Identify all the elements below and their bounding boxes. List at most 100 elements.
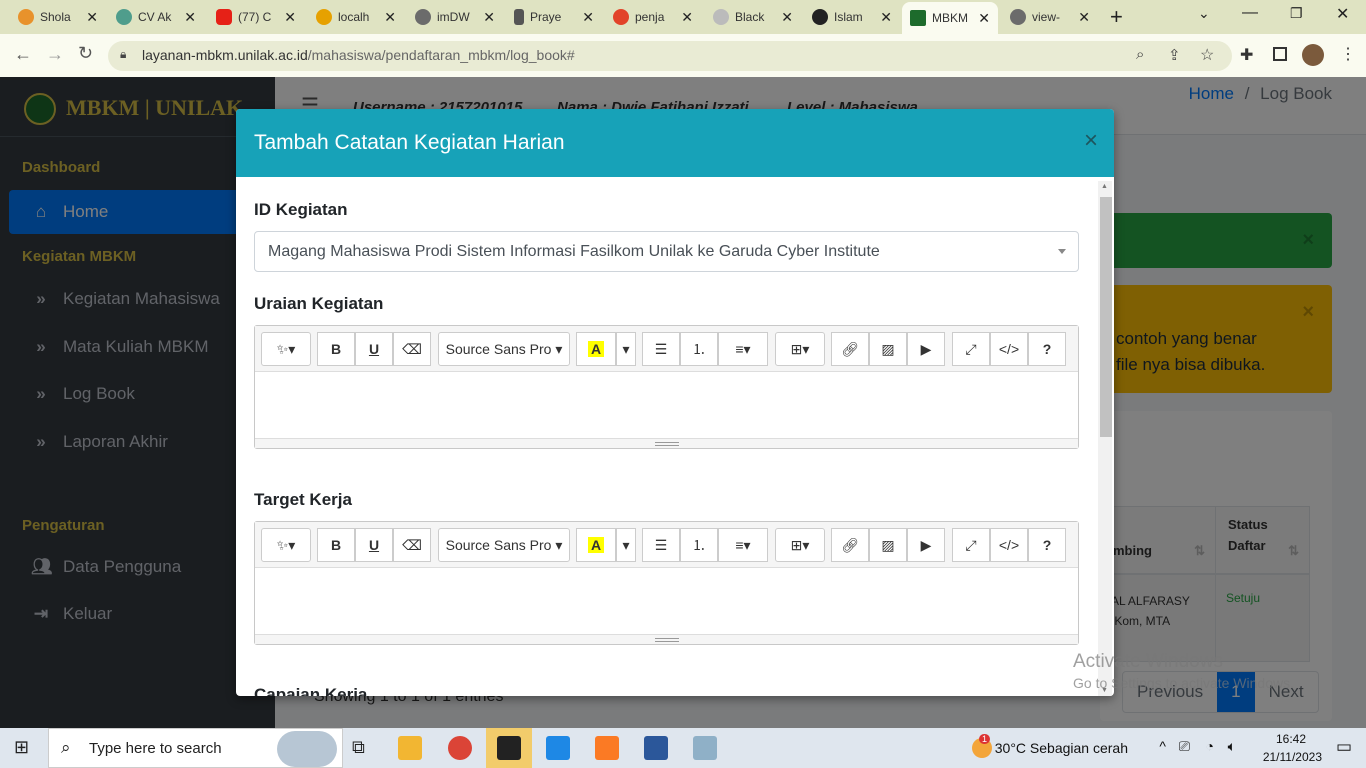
help-button[interactable]: ? xyxy=(1028,332,1066,366)
close-tab-icon[interactable]: ✕ xyxy=(86,9,98,26)
chrome-icon[interactable] xyxy=(448,736,472,760)
bold-button[interactable]: B xyxy=(317,332,355,366)
close-tab-icon[interactable]: ✕ xyxy=(483,9,495,26)
taskbar-search-input[interactable]: ⌕ Type here to search xyxy=(48,728,343,768)
app-icon[interactable] xyxy=(693,736,717,760)
browser-tab[interactable]: Black ✕ xyxy=(705,4,801,30)
volume-icon[interactable]: 🔈︎ xyxy=(1228,738,1236,755)
text-color-button[interactable]: A xyxy=(576,332,616,366)
url-text[interactable]: layanan-mbkm.unilak.ac.id/mahasiswa/pend… xyxy=(142,47,575,63)
xampp-icon[interactable] xyxy=(595,736,619,760)
word-icon[interactable] xyxy=(644,736,668,760)
fullscreen-icon[interactable]: ⤢ xyxy=(952,332,990,366)
fullscreen-icon[interactable]: ⤢ xyxy=(952,528,990,562)
bookmark-star-icon[interactable]: ☆ xyxy=(1200,45,1214,65)
video-icon[interactable]: ▶ xyxy=(907,528,945,562)
notification-icon[interactable]: ▭ xyxy=(1336,737,1352,757)
profile-avatar[interactable] xyxy=(1302,44,1324,66)
browser-tab[interactable]: Islam ✕ xyxy=(804,4,900,30)
browser-tab[interactable]: penja ✕ xyxy=(605,4,701,30)
ordered-list-icon[interactable]: ⒈ xyxy=(680,332,718,366)
link-icon[interactable]: 🔗︎ xyxy=(831,332,869,366)
close-tab-icon[interactable]: ✕ xyxy=(284,9,296,26)
tab-search-chevron-icon[interactable]: ⌄ xyxy=(1198,5,1210,22)
browser-tab-active[interactable]: MBKM ✕ xyxy=(902,2,998,34)
unordered-list-icon[interactable]: ☰ xyxy=(642,528,680,562)
close-tab-icon[interactable]: ✕ xyxy=(384,9,396,26)
close-tab-icon[interactable]: ✕ xyxy=(184,9,196,26)
zoom-icon[interactable]: ⌕ xyxy=(1136,46,1144,63)
browser-tab[interactable]: view- ✕ xyxy=(1002,4,1098,30)
forward-arrow-icon[interactable]: → xyxy=(46,44,64,65)
picture-icon[interactable]: ▨ xyxy=(869,528,907,562)
bold-button[interactable]: B xyxy=(317,528,355,562)
magic-style-button[interactable]: ✨︎▾ xyxy=(261,528,311,562)
restore-window-icon[interactable]: ❐ xyxy=(1290,5,1303,22)
sidepanel-icon[interactable] xyxy=(1273,47,1287,61)
file-explorer-icon[interactable] xyxy=(398,736,422,760)
editor-resize-handle[interactable] xyxy=(255,438,1078,448)
browser-tab[interactable]: CV Ak ✕ xyxy=(108,4,204,30)
modal-scrollbar[interactable]: ▲ ▼ xyxy=(1098,181,1112,696)
editor-resize-handle[interactable] xyxy=(255,634,1078,644)
extensions-puzzle-icon[interactable]: ✚ xyxy=(1240,45,1253,65)
clock-date[interactable]: 21/11/2023 xyxy=(1263,750,1322,764)
windows-start-icon[interactable]: ⊞ xyxy=(14,737,29,758)
close-icon[interactable]: × xyxy=(1084,127,1098,155)
share-icon[interactable]: ⇪ xyxy=(1168,46,1181,64)
ordered-list-icon[interactable]: ⒈ xyxy=(680,528,718,562)
editor-content-uraian[interactable] xyxy=(255,372,1078,438)
scrollbar-thumb[interactable] xyxy=(1100,197,1112,437)
close-tab-icon[interactable]: ✕ xyxy=(781,9,793,26)
network-icon[interactable]: ⎚ xyxy=(1179,738,1190,755)
select-id-kegiatan[interactable]: Magang Mahasiswa Prodi Sistem Informasi … xyxy=(254,231,1079,272)
paragraph-align-button[interactable]: ≡▾ xyxy=(718,528,768,562)
kebab-menu-icon[interactable]: ⋮ xyxy=(1340,44,1356,64)
scroll-up-icon[interactable]: ▲ xyxy=(1101,183,1108,190)
reload-icon[interactable]: ↻ xyxy=(78,43,93,64)
browser-tab[interactable]: Shola ✕ xyxy=(10,4,106,30)
codeview-button[interactable]: </> xyxy=(990,528,1028,562)
link-icon[interactable]: 🔗︎ xyxy=(831,528,869,562)
help-button[interactable]: ? xyxy=(1028,528,1066,562)
clock-time[interactable]: 16:42 xyxy=(1276,732,1306,746)
weather-text[interactable]: 30°C Sebagian cerah xyxy=(995,740,1128,756)
eraser-icon[interactable]: ⌫ xyxy=(393,528,431,562)
eraser-icon[interactable]: ⌫ xyxy=(393,332,431,366)
vscode-icon[interactable] xyxy=(546,736,570,760)
close-tab-icon[interactable]: ✕ xyxy=(1078,9,1090,26)
table-icon[interactable]: ⊞▾ xyxy=(775,332,825,366)
font-family-dropdown[interactable]: Source Sans Pro ▾ xyxy=(438,528,570,562)
text-color-button[interactable]: A xyxy=(576,528,616,562)
close-tab-icon[interactable]: ✕ xyxy=(978,10,990,27)
unordered-list-icon[interactable]: ☰ xyxy=(642,332,680,366)
lock-icon[interactable]: 🔒︎ xyxy=(120,47,126,62)
browser-tab[interactable]: Praye ✕ xyxy=(506,4,602,30)
chevron-up-icon[interactable]: ^ xyxy=(1159,738,1166,754)
table-icon[interactable]: ⊞▾ xyxy=(775,528,825,562)
browser-tab[interactable]: localh ✕ xyxy=(308,4,404,30)
task-view-icon[interactable]: ⧉ xyxy=(352,737,365,758)
minimize-window-icon[interactable]: — xyxy=(1242,4,1258,22)
font-family-dropdown[interactable]: Source Sans Pro ▾ xyxy=(438,332,570,366)
back-arrow-icon[interactable]: ← xyxy=(14,44,32,65)
paragraph-align-button[interactable]: ≡▾ xyxy=(718,332,768,366)
sticky-notes-icon[interactable] xyxy=(497,736,521,760)
close-tab-icon[interactable]: ✕ xyxy=(681,9,693,26)
magic-style-button[interactable]: ✨︎▾ xyxy=(261,332,311,366)
close-tab-icon[interactable]: ✕ xyxy=(880,9,892,26)
browser-tab[interactable]: (77) C ✕ xyxy=(208,4,304,30)
underline-button[interactable]: U xyxy=(355,528,393,562)
close-window-icon[interactable]: ✕ xyxy=(1336,4,1349,24)
picture-icon[interactable]: ▨ xyxy=(869,332,907,366)
new-tab-icon[interactable]: + xyxy=(1110,4,1123,30)
browser-tab[interactable]: imDW ✕ xyxy=(407,4,503,30)
color-dropdown-button[interactable]: ▾ xyxy=(616,528,636,562)
close-tab-icon[interactable]: ✕ xyxy=(582,9,594,26)
wifi-icon[interactable]: ◔ xyxy=(1206,738,1214,754)
video-icon[interactable]: ▶ xyxy=(907,332,945,366)
color-dropdown-button[interactable]: ▾ xyxy=(616,332,636,366)
underline-button[interactable]: U xyxy=(355,332,393,366)
editor-content-target[interactable] xyxy=(255,568,1078,634)
codeview-button[interactable]: </> xyxy=(990,332,1028,366)
